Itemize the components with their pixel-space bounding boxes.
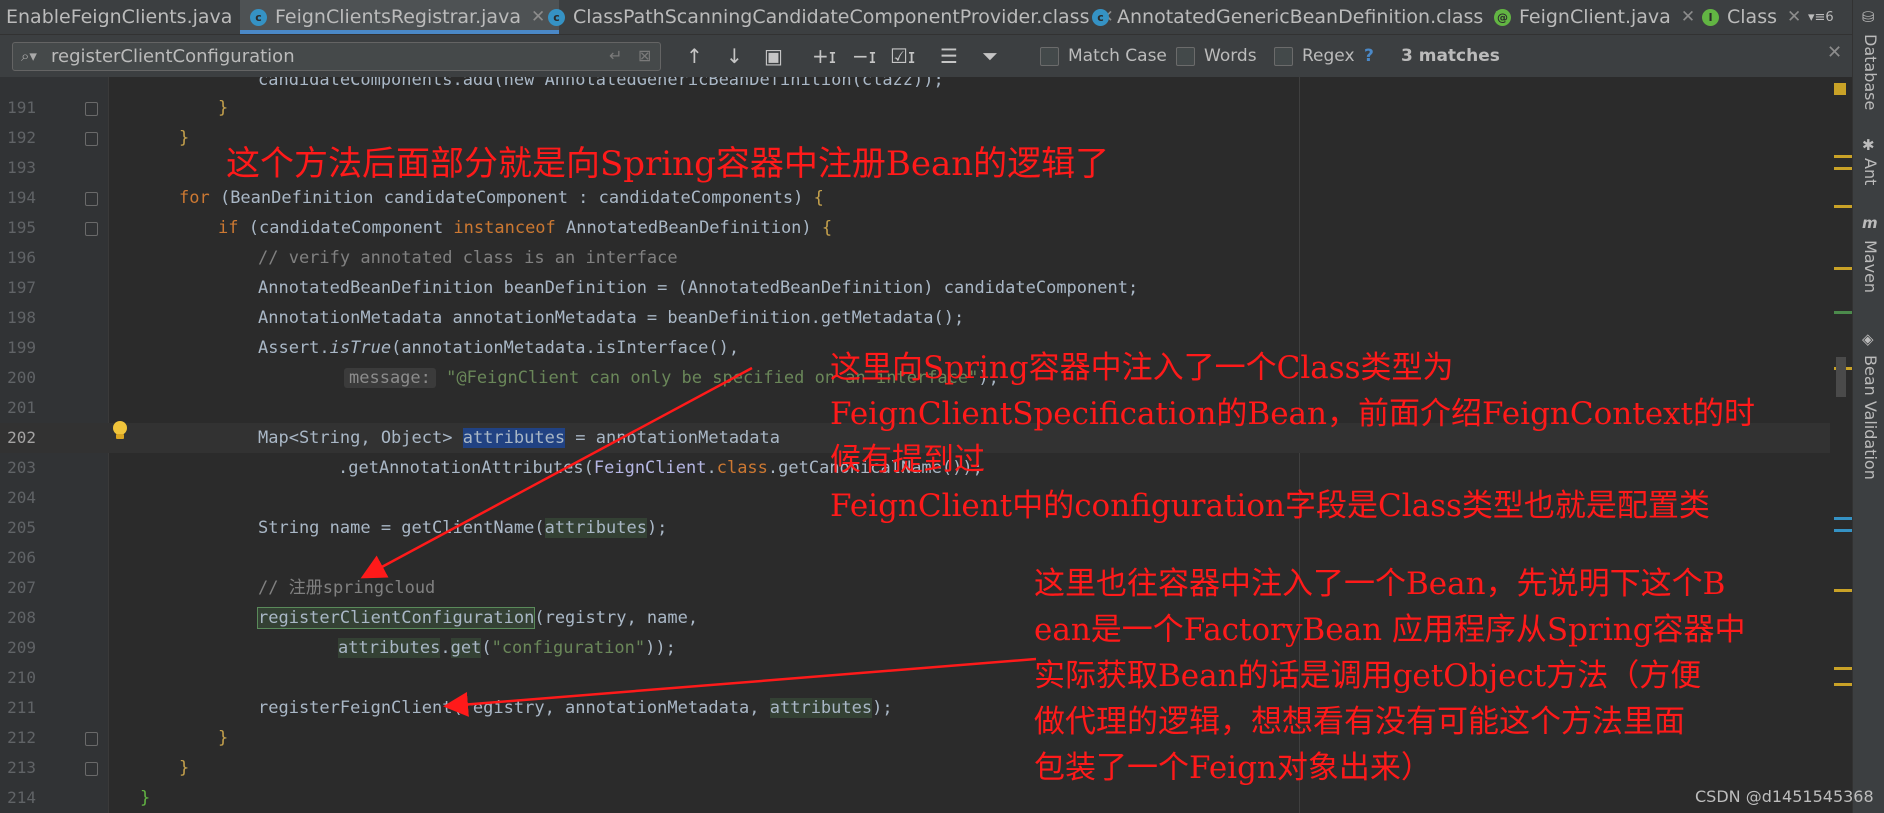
tool-window-maven[interactable]: Maven (1861, 240, 1880, 293)
stripe-marker[interactable] (1834, 529, 1852, 532)
scroll-thumb[interactable] (1836, 357, 1846, 397)
stripe-marker[interactable] (1834, 589, 1852, 592)
ant-icon: ✱ (1862, 136, 1875, 154)
right-tool-window-bar: ⛁ Database ✱ Ant m Maven ◈ Bean Validati… (1852, 0, 1884, 813)
error-stripe[interactable] (1830, 77, 1852, 813)
stripe-marker[interactable] (1834, 667, 1852, 670)
tool-window-ant[interactable]: Ant (1861, 158, 1880, 185)
watermark: CSDN @d1451545368 (1695, 787, 1874, 806)
stripe-marker[interactable] (1834, 311, 1852, 314)
annotation-arrow (360, 366, 753, 579)
tool-window-bean-validation[interactable]: Bean Validation (1861, 355, 1880, 480)
stripe-marker[interactable] (1834, 683, 1852, 686)
stripe-marker[interactable] (1834, 205, 1852, 208)
stripe-marker[interactable] (1834, 267, 1852, 270)
tool-window-database[interactable]: Database (1861, 34, 1880, 110)
stripe-marker[interactable] (1834, 167, 1852, 170)
analysis-status-icon (1834, 83, 1846, 95)
stripe-marker[interactable] (1834, 155, 1852, 158)
annotation-arrows (360, 366, 1037, 717)
stripe-marker[interactable] (1834, 517, 1852, 520)
bean-validation-icon: ◈ (1862, 330, 1874, 348)
database-icon: ⛁ (1862, 8, 1875, 26)
annotation-arrow (443, 657, 1037, 717)
maven-icon: m (1862, 214, 1878, 232)
